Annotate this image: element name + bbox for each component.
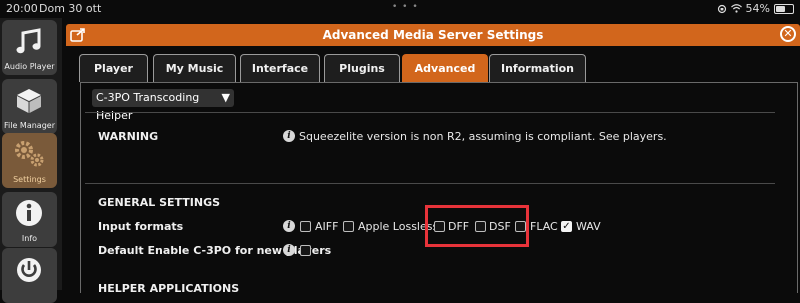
warning-label: WARNING (98, 130, 159, 143)
sidebar-item-label: Settings (13, 175, 46, 184)
orientation-lock-icon (717, 4, 726, 13)
checkbox-default-enable[interactable] (300, 245, 311, 256)
divider (85, 112, 775, 113)
battery-icon (774, 3, 794, 14)
close-icon[interactable]: ✕ (780, 26, 796, 42)
tab-my-music[interactable]: My Music (153, 54, 236, 82)
chevron-down-icon: ▼ (221, 91, 230, 104)
divider (85, 183, 775, 184)
info-icon (16, 200, 42, 226)
default-enable-label: Default Enable C-3PO for new players (98, 244, 332, 257)
info-icon[interactable]: i (283, 130, 295, 142)
box-icon (17, 89, 41, 113)
format-label-flac: FLAC (530, 220, 558, 233)
info-icon[interactable]: i (283, 244, 295, 256)
checkbox-wav[interactable]: ✓ (561, 221, 572, 232)
settings-panel (80, 82, 798, 293)
music-note-icon (16, 28, 41, 54)
power-icon (17, 258, 41, 282)
window-titlebar: Advanced Media Server Settings ✕ (66, 24, 800, 46)
helper-applications-heading: HELPER APPLICATIONS (98, 282, 240, 295)
status-time: 20:00 (6, 2, 38, 15)
status-date: Dom 30 ott (39, 2, 102, 15)
sidebar-item-settings[interactable]: Settings (2, 133, 57, 188)
battery-percent: 54% (745, 2, 770, 15)
checkbox-apple-lossless[interactable] (343, 221, 354, 232)
sidebar-item-file-manager[interactable]: File Manager (2, 79, 57, 134)
tab-interface[interactable]: Interface (240, 54, 320, 82)
battery-fill (776, 5, 785, 12)
general-settings-heading: GENERAL SETTINGS (98, 196, 221, 209)
wifi-icon (730, 4, 742, 13)
tab-information[interactable]: Information (489, 54, 586, 82)
tab-plugins[interactable]: Plugins (324, 54, 400, 82)
format-label-wav: WAV (576, 220, 601, 233)
tab-advanced[interactable]: Advanced (402, 54, 488, 82)
sidebar-item-label: Audio Player (4, 62, 55, 71)
sidebar-item-info[interactable]: Info (2, 192, 57, 247)
window-title: Advanced Media Server Settings (322, 28, 544, 42)
highlight-box (425, 205, 529, 247)
sidebar-item-power[interactable] (2, 248, 57, 303)
status-right: 54% (717, 2, 794, 15)
format-label-aiff: AIFF (315, 220, 339, 233)
info-icon[interactable]: i (283, 220, 295, 232)
multitask-dots[interactable]: • • • (392, 2, 419, 12)
gears-icon (15, 141, 44, 167)
sidebar-item-label: Info (21, 234, 38, 243)
tab-player[interactable]: Player (79, 54, 148, 82)
plugin-select[interactable]: C-3PO Transcoding Helper ▼ (92, 89, 234, 122)
checkbox-aiff[interactable] (300, 221, 311, 232)
sidebar-item-label: File Manager (4, 121, 55, 130)
input-formats-label: Input formats (98, 220, 184, 233)
sidebar-item-audio-player[interactable]: Audio Player (2, 20, 57, 75)
status-bar: 20:00 Dom 30 ott • • • 54% (0, 0, 800, 18)
sidebar: Audio Player File Manager Settings Info (0, 18, 62, 303)
warning-message: Squeezelite version is non R2, assuming … (299, 130, 667, 143)
